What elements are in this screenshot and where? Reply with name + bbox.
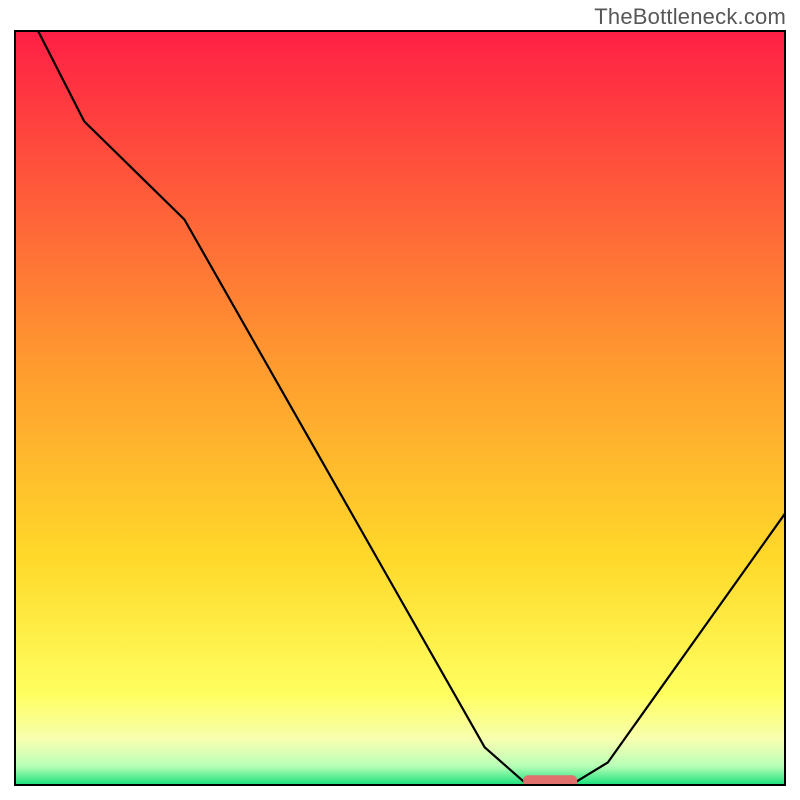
gradient-background <box>15 31 785 785</box>
chart-svg <box>14 30 786 786</box>
attribution-text: TheBottleneck.com <box>594 4 786 30</box>
chart-area <box>14 30 786 786</box>
